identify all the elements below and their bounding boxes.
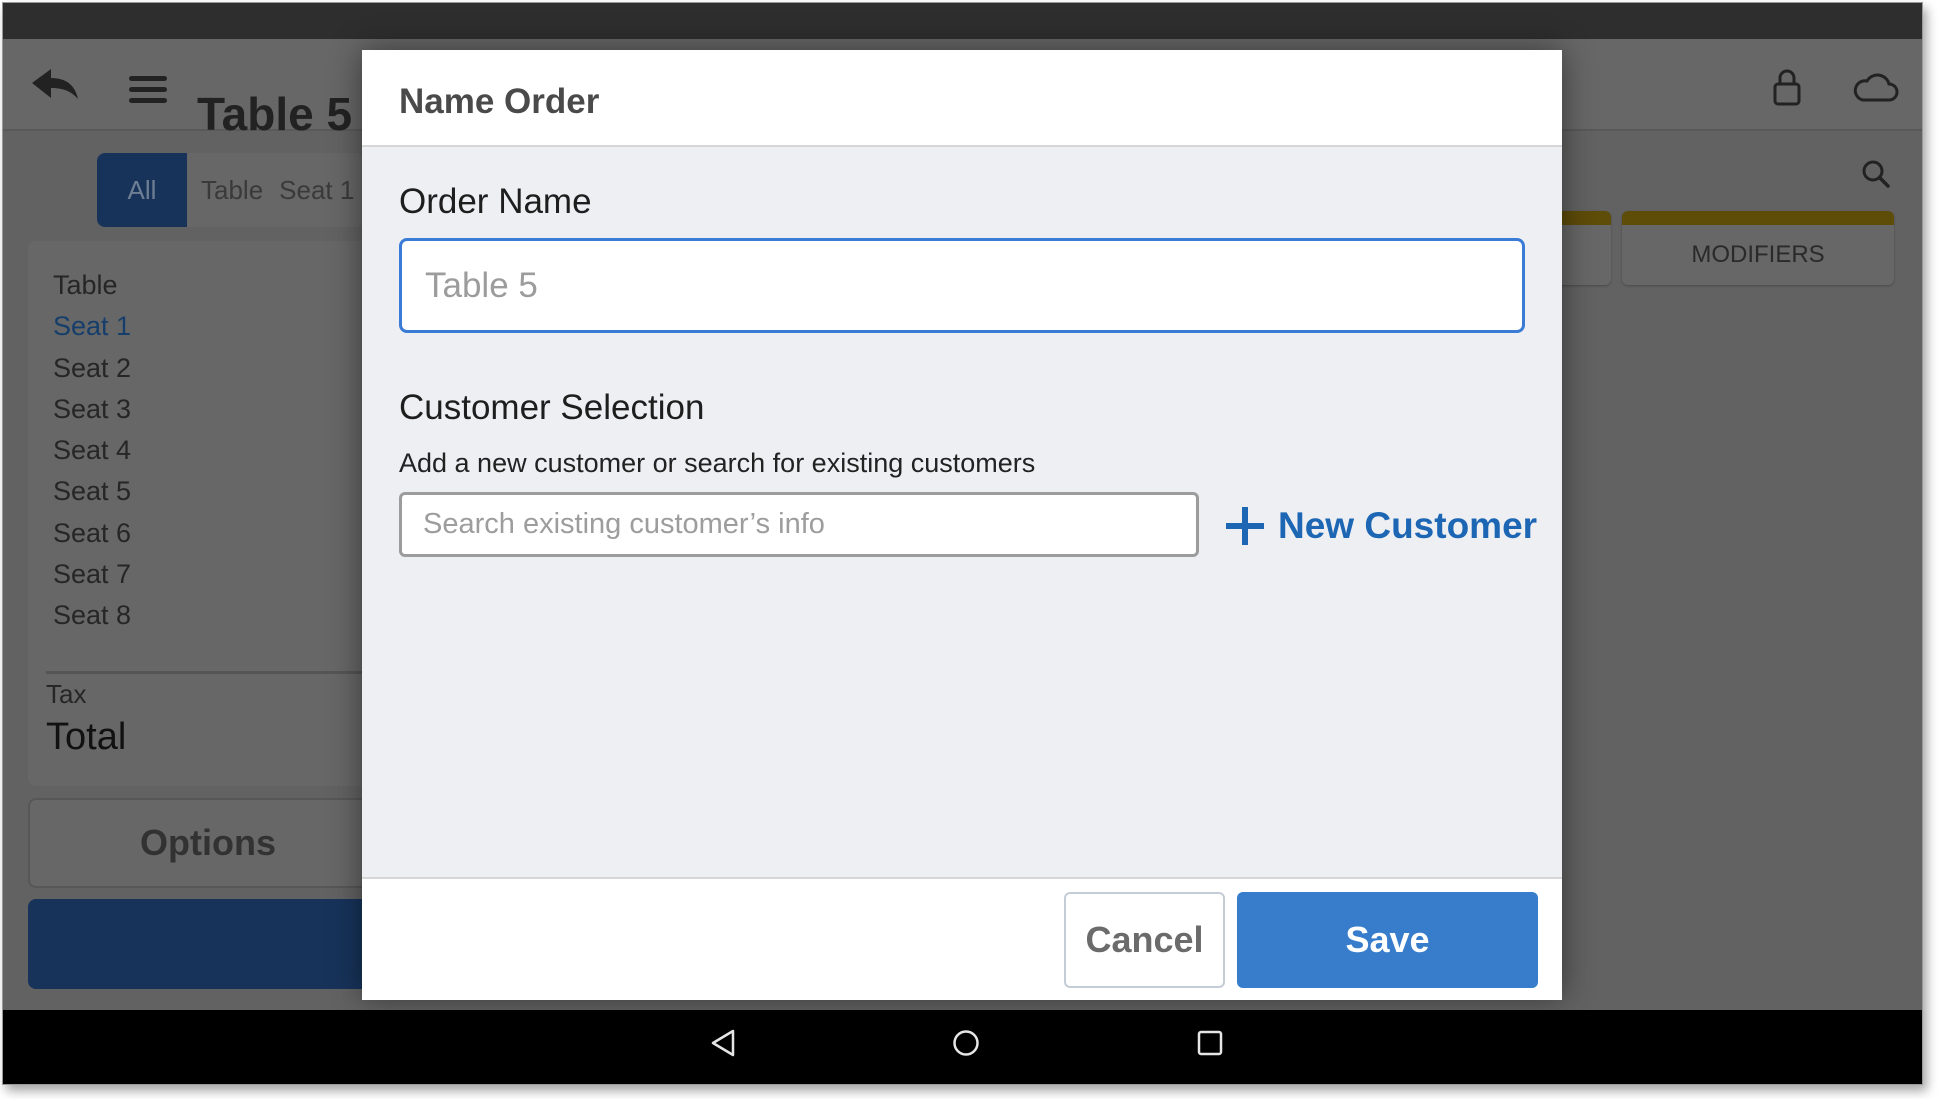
new-customer-button[interactable]: New Customer [1226, 498, 1537, 554]
order-name-label: Order Name [399, 182, 592, 221]
dialog-title: Name Order [399, 82, 600, 121]
dialog-header: Name Order [362, 50, 1562, 147]
android-nav-bar [3, 1010, 1922, 1084]
customer-search-input[interactable] [399, 492, 1199, 557]
name-order-dialog: Name Order Order Name Customer Selection… [362, 50, 1562, 1000]
lock-icon[interactable] [1771, 67, 1803, 107]
back-arrow-icon[interactable] [29, 67, 81, 103]
order-name-input[interactable] [399, 238, 1525, 333]
cancel-button[interactable]: Cancel [1064, 892, 1225, 988]
plus-icon [1226, 507, 1264, 545]
new-customer-label: New Customer [1278, 505, 1538, 546]
save-button[interactable]: Save [1237, 892, 1538, 988]
customer-help-text: Add a new customer or search for existin… [399, 448, 1036, 478]
customer-selection-label: Customer Selection [399, 388, 705, 427]
back-icon[interactable] [709, 1028, 737, 1063]
dialog-footer: Cancel Save [362, 877, 1562, 1000]
cloud-icon[interactable] [1851, 71, 1899, 103]
recents-icon[interactable] [1195, 1028, 1225, 1063]
hamburger-menu-icon[interactable] [127, 73, 169, 107]
home-icon[interactable] [951, 1028, 981, 1063]
status-bar [3, 3, 1922, 39]
